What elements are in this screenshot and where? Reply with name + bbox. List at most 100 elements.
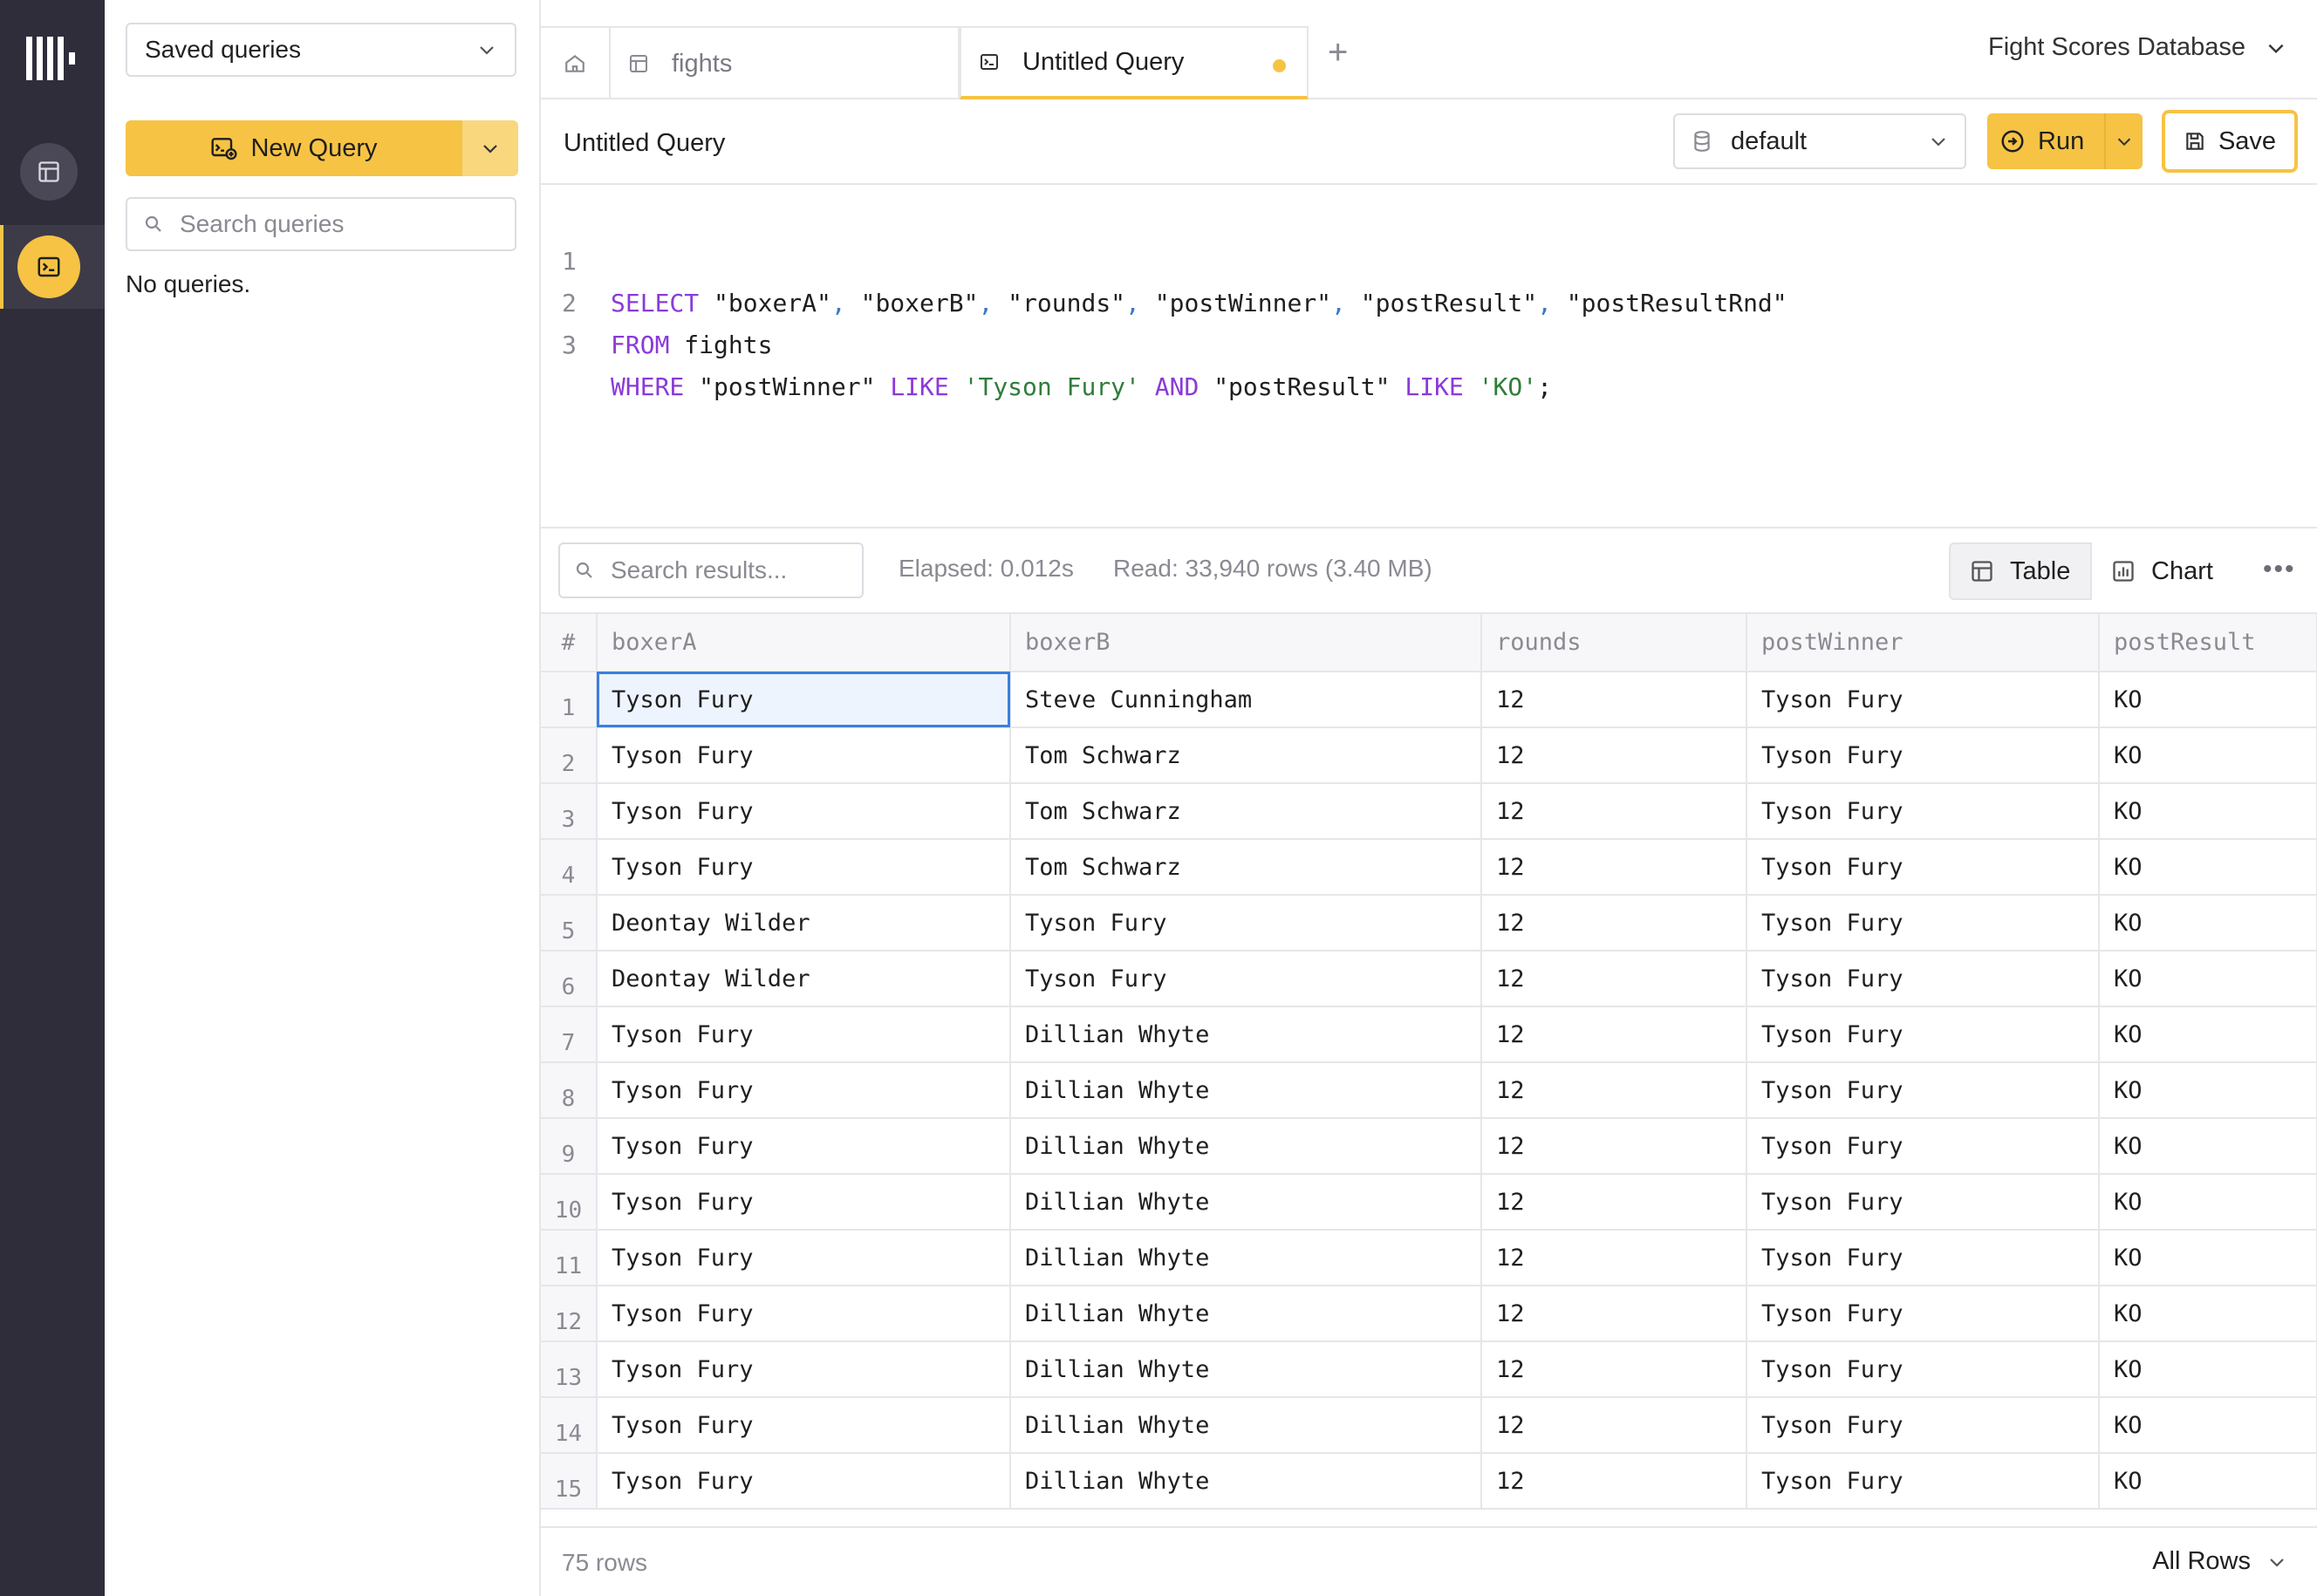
save-button[interactable]: Save [2162, 110, 2298, 173]
table-cell[interactable]: Tyson Fury [597, 1006, 1011, 1063]
table-cell[interactable]: Tyson Fury [1746, 1006, 2100, 1063]
table-cell[interactable]: Tyson Fury [1010, 951, 1482, 1007]
table-cell[interactable]: Tyson Fury [1746, 895, 2100, 951]
table-cell[interactable]: Tyson Fury [1746, 1118, 2100, 1175]
table-cell[interactable]: Tyson Fury [597, 672, 1011, 728]
table-cell[interactable]: 12 [1481, 783, 1747, 840]
table-cell[interactable]: 12 [1481, 672, 1747, 728]
column-header[interactable]: postWinner [1746, 614, 2100, 672]
table-cell[interactable]: Tyson Fury [597, 727, 1011, 784]
saved-queries-select[interactable]: Saved queries [126, 23, 516, 77]
table-cell[interactable]: Tyson Fury [1746, 1286, 2100, 1342]
table-cell[interactable]: Tyson Fury [597, 1062, 1011, 1119]
table-cell[interactable]: KO [2099, 1453, 2317, 1510]
table-cell[interactable]: Tyson Fury [1746, 783, 2100, 840]
table-cell[interactable]: Tyson Fury [1746, 951, 2100, 1007]
table-cell[interactable]: Tyson Fury [597, 1174, 1011, 1231]
table-cell[interactable]: 12 [1481, 951, 1747, 1007]
table-cell[interactable]: 12 [1481, 839, 1747, 896]
table-cell[interactable]: Tyson Fury [1010, 895, 1482, 951]
table-cell[interactable]: KO [2099, 1174, 2317, 1231]
table-cell[interactable]: Tom Schwarz [1010, 783, 1482, 840]
tab-untitled-query[interactable]: Untitled Query [960, 26, 1309, 99]
table-cell[interactable]: Deontay Wilder [597, 895, 1011, 951]
table-cell[interactable]: KO [2099, 1230, 2317, 1286]
search-queries-input[interactable]: Search queries [126, 197, 516, 251]
rows-limit-select[interactable]: All Rows [2152, 1547, 2287, 1576]
table-cell[interactable]: 12 [1481, 1174, 1747, 1231]
database-select[interactable]: default [1673, 113, 1966, 169]
table-cell[interactable]: Tyson Fury [597, 1230, 1011, 1286]
table-cell[interactable]: Deontay Wilder [597, 951, 1011, 1007]
sql-editor[interactable]: 1 SELECT "boxerA", "boxerB", "rounds", "… [541, 185, 2317, 529]
table-cell[interactable]: Tyson Fury [1746, 1453, 2100, 1510]
table-cell[interactable]: Dillian Whyte [1010, 1286, 1482, 1342]
table-cell[interactable]: 12 [1481, 895, 1747, 951]
table-cell[interactable]: Tyson Fury [597, 1453, 1011, 1510]
table-cell[interactable]: KO [2099, 727, 2317, 784]
table-cell[interactable]: 12 [1481, 727, 1747, 784]
new-query-button[interactable]: New Query [126, 120, 462, 176]
table-cell[interactable]: Dillian Whyte [1010, 1341, 1482, 1398]
table-cell[interactable]: Tyson Fury [1746, 672, 2100, 728]
table-cell[interactable]: KO [2099, 839, 2317, 896]
table-cell[interactable]: 12 [1481, 1453, 1747, 1510]
column-header[interactable]: rounds [1481, 614, 1747, 672]
table-cell[interactable]: Dillian Whyte [1010, 1453, 1482, 1510]
run-dropdown-button[interactable] [2104, 113, 2143, 169]
search-results-input[interactable]: Search results... [558, 542, 864, 598]
table-cell[interactable]: KO [2099, 951, 2317, 1007]
new-query-dropdown-button[interactable] [462, 120, 518, 176]
table-cell[interactable]: Tyson Fury [1746, 727, 2100, 784]
table-cell[interactable]: KO [2099, 783, 2317, 840]
table-cell[interactable]: 12 [1481, 1230, 1747, 1286]
table-cell[interactable]: 12 [1481, 1062, 1747, 1119]
tables-nav-button[interactable] [20, 143, 78, 201]
table-cell[interactable]: Steve Cunningham [1010, 672, 1482, 728]
tab-home[interactable] [541, 26, 611, 99]
table-cell[interactable]: Dillian Whyte [1010, 1230, 1482, 1286]
table-cell[interactable]: 12 [1481, 1006, 1747, 1063]
table-cell[interactable]: Tyson Fury [597, 1397, 1011, 1454]
table-cell[interactable]: Tyson Fury [1746, 1397, 2100, 1454]
table-cell[interactable]: Dillian Whyte [1010, 1062, 1482, 1119]
table-cell[interactable]: Tyson Fury [1746, 1230, 2100, 1286]
table-cell[interactable]: KO [2099, 1118, 2317, 1175]
table-cell[interactable]: KO [2099, 1341, 2317, 1398]
tab-fights[interactable]: fights [611, 26, 960, 99]
table-cell[interactable]: Tyson Fury [597, 1286, 1011, 1342]
table-cell[interactable]: KO [2099, 1006, 2317, 1063]
table-cell[interactable]: Tyson Fury [1746, 1062, 2100, 1119]
table-cell[interactable]: 12 [1481, 1118, 1747, 1175]
chart-view-button[interactable]: Chart [2092, 542, 2237, 600]
table-cell[interactable]: Tyson Fury [1746, 1341, 2100, 1398]
table-cell[interactable]: Tyson Fury [597, 783, 1011, 840]
table-cell[interactable]: KO [2099, 1286, 2317, 1342]
table-cell[interactable]: KO [2099, 1397, 2317, 1454]
table-cell[interactable]: Dillian Whyte [1010, 1397, 1482, 1454]
run-button[interactable]: Run [1987, 113, 2104, 169]
table-cell[interactable]: KO [2099, 895, 2317, 951]
table-cell[interactable]: KO [2099, 1062, 2317, 1119]
table-cell[interactable]: 12 [1481, 1397, 1747, 1454]
database-selector[interactable]: Fight Scores Database [1988, 33, 2287, 62]
table-cell[interactable]: Dillian Whyte [1010, 1118, 1482, 1175]
table-cell[interactable]: Tyson Fury [597, 1118, 1011, 1175]
more-options-icon[interactable]: ••• [2263, 555, 2296, 584]
column-header[interactable]: postResult [2099, 614, 2317, 672]
table-cell[interactable]: Dillian Whyte [1010, 1174, 1482, 1231]
queries-nav-button[interactable] [17, 235, 80, 298]
table-cell[interactable]: Tyson Fury [1746, 1174, 2100, 1231]
table-cell[interactable]: Dillian Whyte [1010, 1006, 1482, 1063]
column-header[interactable]: boxerA [597, 614, 1011, 672]
column-header[interactable]: boxerB [1010, 614, 1482, 672]
table-view-button[interactable]: Table [1949, 542, 2092, 600]
table-cell[interactable]: Tyson Fury [1746, 839, 2100, 896]
table-cell[interactable]: Tom Schwarz [1010, 839, 1482, 896]
add-tab-button[interactable]: + [1328, 35, 1348, 70]
table-cell[interactable]: 12 [1481, 1286, 1747, 1342]
table-cell[interactable]: Tyson Fury [597, 1341, 1011, 1398]
table-cell[interactable]: KO [2099, 672, 2317, 728]
table-cell[interactable]: Tyson Fury [597, 839, 1011, 896]
table-cell[interactable]: 12 [1481, 1341, 1747, 1398]
